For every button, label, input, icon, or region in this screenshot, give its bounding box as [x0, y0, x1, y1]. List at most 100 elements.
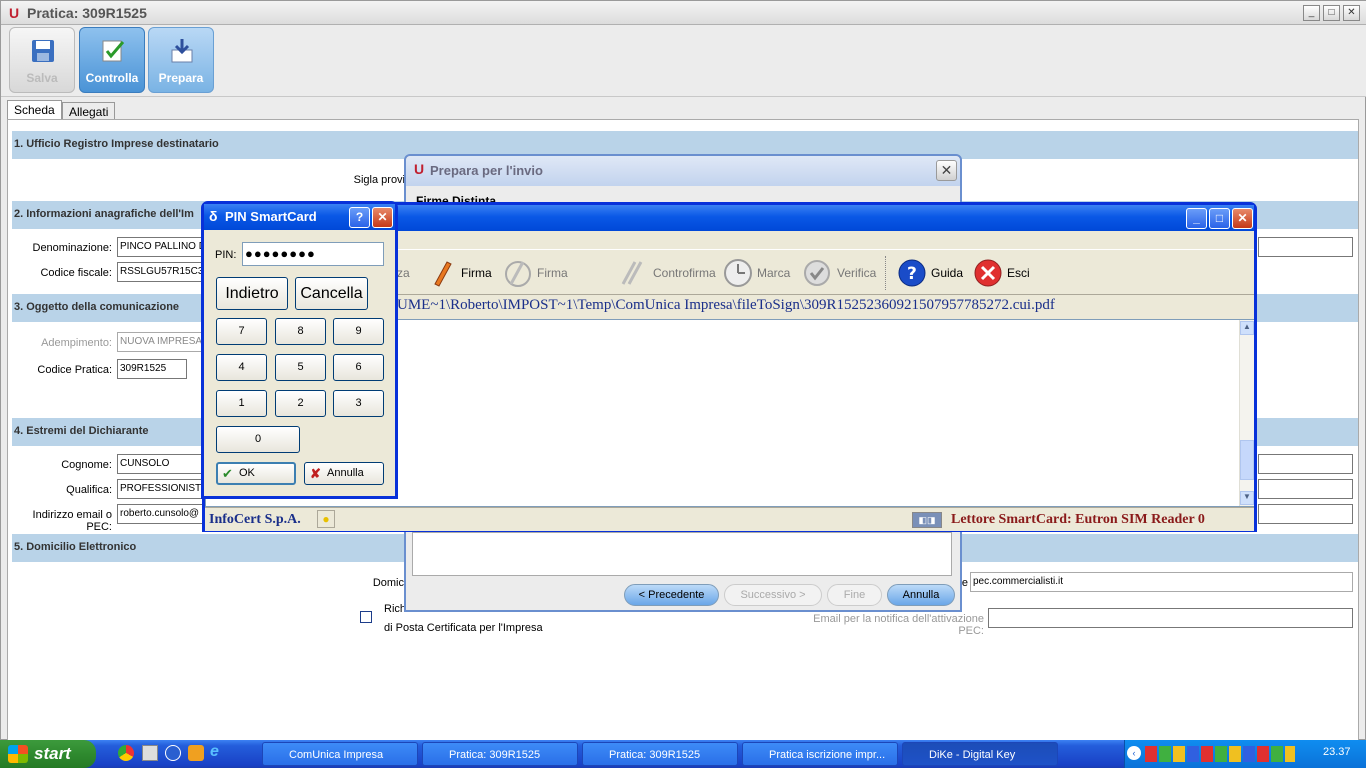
prepara-annulla-button[interactable]: Annulla	[887, 584, 955, 606]
clock-icon	[724, 259, 752, 287]
toolbar-separator	[885, 256, 886, 290]
prepara-button[interactable]: Prepara	[148, 27, 214, 93]
start-button[interactable]: start	[0, 740, 96, 768]
key-5[interactable]: 5	[275, 354, 326, 381]
key-7[interactable]: 7	[216, 318, 267, 345]
tab-scheda[interactable]: Scheda	[7, 100, 62, 121]
prepara-close-button[interactable]: ✕	[936, 160, 957, 181]
company-label: InfoCert S.p.A.	[209, 512, 301, 527]
cognome-label: Cognome:	[61, 459, 112, 471]
denominazione-field[interactable]: PINCO PALLINO D	[117, 237, 207, 257]
maximize-button[interactable]: □	[1323, 5, 1340, 21]
tool-partial-label: za	[397, 266, 410, 280]
minimize-button[interactable]: _	[1303, 5, 1320, 21]
task-comunica[interactable]: ComUnica Impresa	[262, 742, 418, 766]
richiesta-label-line2: di Posta Certificata per l'Impresa	[384, 622, 543, 634]
scroll-up-icon[interactable]: ▲	[1240, 321, 1254, 335]
cancella-button[interactable]: Cancella	[295, 277, 368, 310]
tab-allegati[interactable]: Allegati	[62, 102, 116, 120]
dike-minimize-button[interactable]: _	[1186, 208, 1207, 229]
pin-input[interactable]: ●●●●●●●●	[242, 242, 384, 266]
chrome-icon[interactable]	[118, 745, 134, 761]
salva-button[interactable]: Salva	[9, 27, 75, 93]
vertical-scrollbar[interactable]: ▲ ▼	[1239, 320, 1254, 506]
app-logo-icon: U	[9, 5, 20, 21]
precedente-button[interactable]: < Precedente	[624, 584, 719, 606]
codice-pratica-label: Codice Pratica:	[37, 364, 112, 376]
scroll-thumb[interactable]	[1240, 440, 1254, 480]
key-6[interactable]: 6	[333, 354, 384, 381]
explorer-icon[interactable]	[142, 745, 158, 761]
key-2[interactable]: 2	[275, 390, 326, 417]
check-icon: ✔	[222, 466, 233, 481]
media-player-icon[interactable]	[165, 745, 181, 761]
key-9[interactable]: 9	[333, 318, 384, 345]
lightbulb-icon: ●	[317, 510, 335, 528]
dike-status-bar: InfoCert S.p.A. ● ◧◨ Lettore SmartCard: …	[205, 507, 1254, 531]
main-window-title: Pratica: 309R1525	[27, 5, 147, 21]
qualifica-label: Qualifica:	[66, 484, 112, 496]
pen-clock-icon	[505, 261, 531, 287]
adempimento-field: NUOVA IMPRESA	[117, 332, 207, 352]
svg-text:?: ?	[907, 264, 917, 284]
clock: 23.37	[1323, 746, 1351, 758]
denominazione-label: Denominazione:	[32, 242, 113, 254]
key-3[interactable]: 3	[333, 390, 384, 417]
task-pratica-2[interactable]: Pratica: 309R1525	[582, 742, 738, 766]
prepara-list-area	[412, 532, 952, 576]
task-dike[interactable]: DiKe - Digital Key	[902, 742, 1058, 766]
codice-pratica-field[interactable]: 309R1525	[117, 359, 187, 379]
scroll-down-icon[interactable]: ▼	[1240, 491, 1254, 505]
key-4[interactable]: 4	[216, 354, 267, 381]
codice-fiscale-field[interactable]: RSSLGU57R15C3	[117, 262, 207, 282]
task-pratica-1[interactable]: Pratica: 309R1525	[422, 742, 578, 766]
dike-close-button[interactable]: ✕	[1232, 208, 1253, 229]
pin-help-button[interactable]: ?	[349, 207, 370, 228]
task-pratica-iscrizione[interactable]: Pratica iscrizione impr...	[742, 742, 898, 766]
windows-logo-icon	[8, 745, 28, 763]
email-pec-field[interactable]: roberto.cunsolo@	[117, 504, 207, 524]
domicilio-field[interactable]: pec.commercialisti.it	[970, 572, 1353, 592]
qualifica-extra-field[interactable]	[1258, 479, 1353, 499]
checkmark-document-icon	[102, 40, 125, 62]
double-pen-icon	[621, 261, 643, 285]
cognome-field[interactable]: CUNSOLO	[117, 454, 207, 474]
domicilio-label: Domic	[372, 577, 404, 589]
key-1[interactable]: 1	[216, 390, 267, 417]
codice-fiscale-label: Codice fiscale:	[40, 267, 112, 279]
richiesta-checkbox[interactable]	[360, 611, 372, 623]
pin-dialog: δ PIN SmartCard ? ✕ PIN: ●●●●●●●● Indiet…	[201, 201, 398, 499]
close-button[interactable]: ✕	[1343, 5, 1360, 21]
check-circle-icon	[804, 260, 830, 286]
prepara-title-bar: U Prepara per l'invio ✕	[406, 156, 960, 186]
pin-close-button[interactable]: ✕	[372, 207, 393, 228]
ok-button[interactable]: ✔ OK	[216, 462, 296, 485]
cognome-extra-field[interactable]	[1258, 454, 1353, 474]
main-title-bar: U Pratica: 309R1525 _ □ ✕	[1, 1, 1366, 25]
outlook-icon[interactable]	[188, 745, 204, 761]
x-icon: ✘	[310, 466, 321, 481]
fine-button[interactable]: Fine	[827, 584, 882, 606]
pin-title: PIN SmartCard	[225, 209, 317, 224]
qualifica-field[interactable]: PROFESSIONIST	[117, 479, 207, 499]
controlla-button[interactable]: Controlla	[79, 27, 145, 93]
successivo-button[interactable]: Successivo >	[724, 584, 822, 606]
ie-icon[interactable]: e	[210, 743, 219, 761]
indietro-button[interactable]: Indietro	[216, 277, 288, 310]
floppy-disk-icon	[32, 40, 54, 62]
taskbar: start e ComUnica Impresa Pratica: 309R15…	[0, 740, 1366, 768]
dike-maximize-button[interactable]: □	[1209, 208, 1230, 229]
key-8[interactable]: 8	[275, 318, 326, 345]
tray-expand-icon[interactable]: ‹	[1127, 746, 1141, 760]
pin-title-bar: δ PIN SmartCard ? ✕	[204, 204, 395, 230]
pin-annulla-button[interactable]: ✘ Annulla	[304, 462, 384, 485]
tray-icons[interactable]	[1145, 746, 1295, 762]
denominazione-extra-field[interactable]	[1258, 237, 1353, 257]
download-box-icon	[171, 39, 193, 63]
email-notifica-field[interactable]	[988, 608, 1353, 628]
sigla-label: Sigla provi	[353, 174, 405, 186]
app-logo-icon: U	[414, 161, 425, 177]
card-reader-icon: ◧◨	[912, 512, 942, 528]
key-0[interactable]: 0	[216, 426, 300, 453]
email-extra-field[interactable]	[1258, 504, 1353, 524]
